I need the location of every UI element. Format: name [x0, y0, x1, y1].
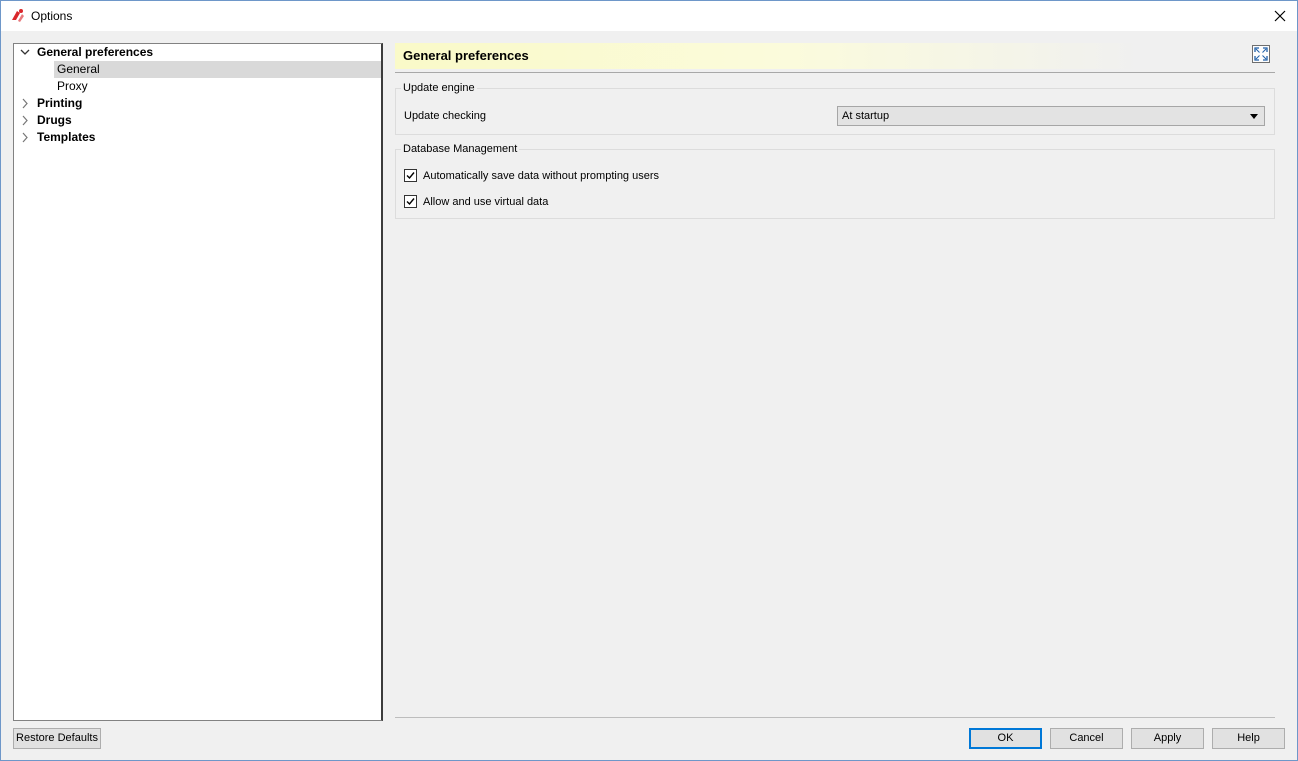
update-checking-value: At startup	[842, 110, 890, 122]
fullscreen-icon	[1254, 47, 1268, 61]
update-checking-label: Update checking	[404, 110, 486, 122]
title-bar: Options	[1, 1, 1297, 31]
chevron-right-icon[interactable]	[19, 112, 31, 129]
tree-item-templates[interactable]: Templates	[14, 129, 381, 146]
tree-item-label: Proxy	[57, 79, 88, 93]
dropdown-arrow-icon	[1250, 114, 1258, 119]
tree-item-drugs[interactable]: Drugs	[14, 112, 381, 129]
tree-item-label: Printing	[37, 96, 83, 110]
expand-button[interactable]	[1252, 45, 1270, 63]
selection-highlight	[54, 61, 381, 78]
auto-save-label: Automatically save data without promptin…	[423, 170, 660, 182]
checkmark-icon	[406, 198, 415, 206]
cancel-button[interactable]: Cancel	[1050, 728, 1123, 749]
help-button[interactable]: Help	[1212, 728, 1285, 749]
tree-item-proxy[interactable]: Proxy	[14, 78, 381, 95]
virtual-data-checkbox[interactable]	[404, 195, 417, 208]
apply-button[interactable]: Apply	[1131, 728, 1204, 749]
chevron-right-icon[interactable]	[19, 129, 31, 146]
window-title: Options	[31, 9, 73, 23]
footer-divider	[395, 717, 1275, 718]
database-management-title: Database Management	[401, 143, 520, 155]
tree-item-label: Templates	[37, 130, 96, 144]
chevron-down-icon[interactable]	[19, 44, 31, 61]
virtual-data-label: Allow and use virtual data	[423, 196, 549, 208]
ok-button[interactable]: OK	[969, 728, 1042, 749]
tree-item-label: Drugs	[37, 113, 72, 127]
app-logo-icon	[12, 9, 24, 22]
update-engine-title: Update engine	[401, 82, 477, 94]
auto-save-checkbox[interactable]	[404, 169, 417, 182]
options-tree[interactable]: General preferences General Proxy Printi…	[13, 43, 383, 721]
close-button[interactable]	[1263, 1, 1297, 31]
chevron-right-icon[interactable]	[19, 95, 31, 112]
close-icon	[1274, 10, 1286, 22]
tree-item-general[interactable]: General	[14, 61, 381, 78]
update-checking-select[interactable]: At startup	[837, 106, 1265, 126]
tree-item-printing[interactable]: Printing	[14, 95, 381, 112]
checkmark-icon	[406, 172, 415, 180]
restore-defaults-button[interactable]: Restore Defaults	[13, 728, 101, 749]
tree-item-label: General	[57, 62, 100, 76]
options-dialog: Options General preferences General Prox…	[0, 0, 1298, 761]
database-management-group	[395, 149, 1275, 219]
page-header: General preferences	[395, 43, 1275, 69]
tree-item-general-preferences[interactable]: General preferences	[14, 44, 381, 61]
header-divider	[395, 72, 1275, 73]
page-title: General preferences	[403, 48, 529, 63]
tree-item-label: General preferences	[37, 45, 154, 59]
